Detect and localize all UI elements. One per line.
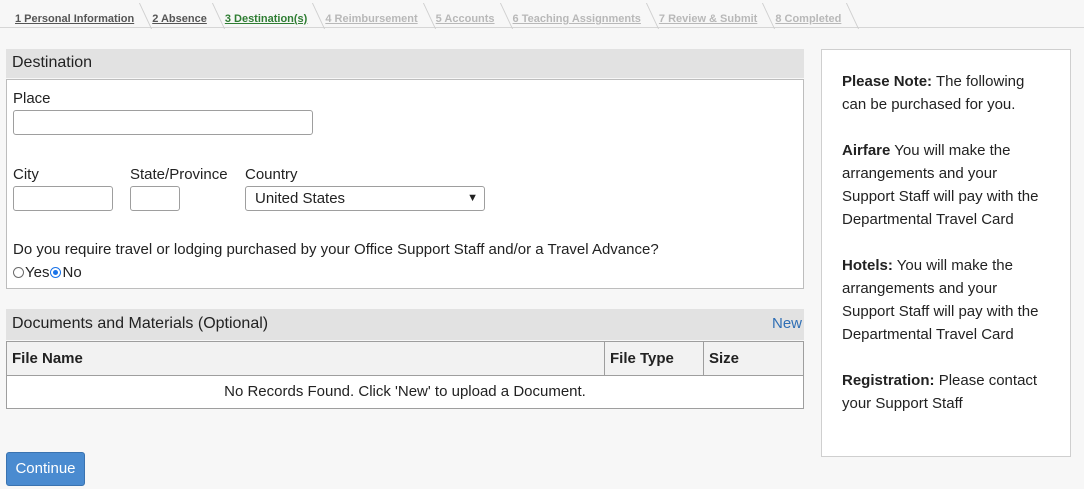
city-input[interactable] [13,186,113,211]
documents-table: File Name File Type Size No Records Foun… [6,341,804,409]
empty-records-message: No Records Found. Click 'New' to upload … [224,383,586,400]
place-input[interactable] [13,110,313,135]
note-airfare: Airfare You will make the arrangements a… [842,139,1050,231]
destination-header: Destination [6,49,804,78]
step-label: 1 Personal Information [15,13,135,25]
column-header-file-name: File Name [7,342,605,376]
country-select[interactable]: United States ▼ [245,186,485,211]
country-label: Country [245,166,298,183]
new-document-link[interactable]: New [772,309,802,339]
state-province-label: State/Province [130,166,228,183]
note-intro-heading: Please Note: [842,73,933,90]
step-teaching-assignments: 6 Teaching Assignments [505,0,651,27]
no-radio[interactable] [50,267,62,278]
continue-button[interactable]: Continue [6,452,85,486]
place-label: Place [13,90,51,107]
step-label: 2 Absence [152,13,207,25]
travel-purchase-radio-group: Yes No [13,264,82,281]
step-label: 7 Review & Submit [658,13,758,25]
step-accounts: 5 Accounts [428,0,505,27]
step-label: 5 Accounts [435,13,495,25]
yes-radio[interactable] [13,267,24,278]
note-registration-heading: Registration: [842,372,935,389]
note-sidebar: Please Note: The following can be purcha… [821,49,1071,457]
travel-question: Do you require travel or lodging purchas… [13,241,659,258]
step-reimbursement: 4 Reimbursement [317,0,427,27]
yes-label[interactable]: Yes [25,264,49,281]
step-label: 4 Reimbursement [325,13,418,25]
no-label[interactable]: No [62,264,81,281]
documents-header: Documents and Materials (Optional) New [6,309,804,340]
state-province-input[interactable] [130,186,180,211]
column-header-file-type: File Type [605,342,704,376]
step-destinations[interactable]: 3 Destination(s) [217,0,318,27]
column-header-size: Size [704,342,803,376]
step-absence[interactable]: 2 Absence [144,0,217,27]
note-intro: Please Note: The following can be purcha… [842,70,1050,116]
note-hotels-heading: Hotels: [842,257,893,274]
wizard-steps: 1 Personal Information 2 Absence 3 Desti… [0,0,1084,28]
country-selected-value: United States [255,190,346,207]
city-label: City [13,166,39,183]
chevron-down-icon: ▼ [467,192,478,204]
note-registration: Registration: Please contact your Suppor… [842,369,1050,415]
documents-title: Documents and Materials (Optional) [12,315,269,332]
step-label: 3 Destination(s) [224,13,308,25]
step-personal-information[interactable]: 1 Personal Information [0,0,144,27]
note-hotels: Hotels: You will make the arrangements a… [842,254,1050,346]
step-label: 6 Teaching Assignments [512,13,641,25]
destination-form: Place City State/Province Country United… [6,79,804,289]
step-label: 8 Completed [775,13,842,25]
note-airfare-heading: Airfare [842,142,891,159]
step-review-submit: 7 Review & Submit [651,0,767,27]
step-completed: 8 Completed [767,0,851,27]
